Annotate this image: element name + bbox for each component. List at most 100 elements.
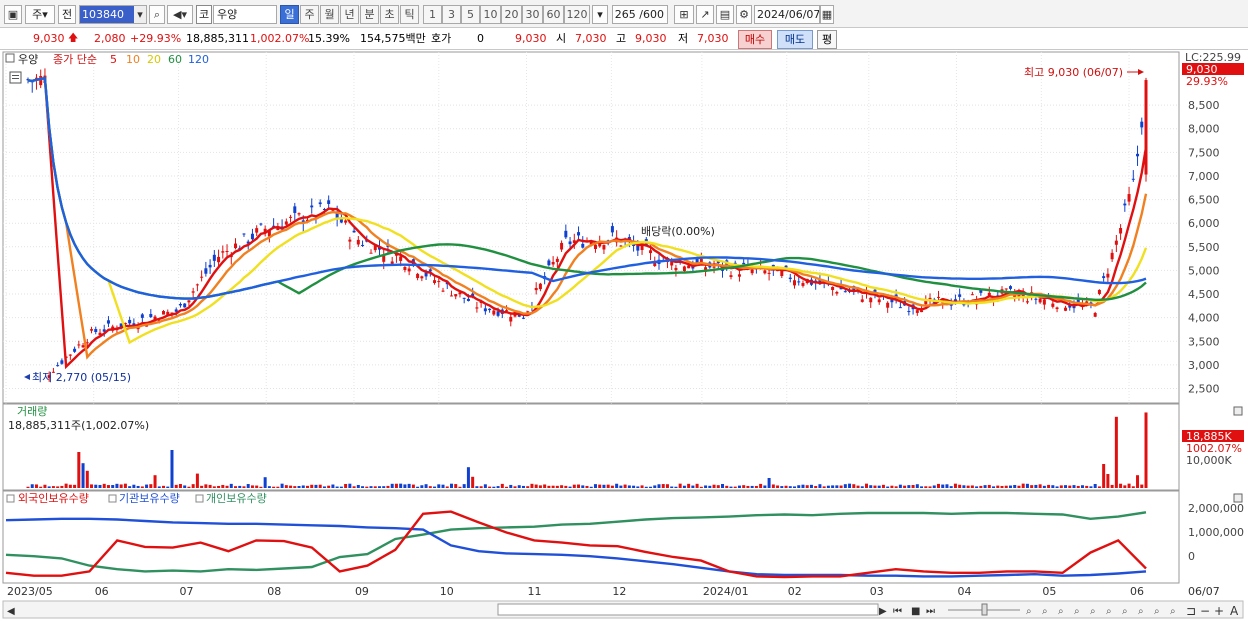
interval-120-button[interactable]: 120 [564, 5, 590, 24]
sell-button[interactable]: 매도 [777, 30, 813, 49]
volume-bar [1144, 412, 1148, 488]
candle-body [183, 303, 187, 308]
volume-bar [653, 485, 657, 488]
indicator-icon[interactable]: ⊞ [674, 5, 694, 24]
save-icon[interactable]: ▤ [716, 5, 734, 24]
market-type-select[interactable]: 주▾ [25, 5, 55, 24]
period-week-button[interactable]: 주 [300, 5, 319, 24]
auto-scale-icon[interactable]: A [1230, 604, 1239, 618]
chart-toolbar: ▣ 주▾ 전 103840 ▾ ⌕ ◀▾ 코 우양 일 주 월 년 분 초 틱 1… [0, 0, 1248, 28]
volume-bar [678, 483, 682, 488]
calendar-icon[interactable]: ▦ [820, 5, 834, 24]
volume-bar [1004, 485, 1008, 488]
x-axis-label: 03 [870, 585, 884, 598]
candle-body [399, 256, 403, 261]
volume-bar [267, 486, 271, 488]
volume-bar [382, 486, 386, 488]
stock-code-value: 103840 [82, 8, 124, 21]
chevron-down-icon[interactable]: ▾ [134, 6, 146, 23]
prev-button[interactable]: 전 [58, 5, 76, 24]
interval-5-button[interactable]: 5 [461, 5, 480, 24]
candle-body [1008, 286, 1012, 289]
legend-close-sma: 종가 단순 [53, 53, 97, 66]
period-year-button[interactable]: 년 [340, 5, 359, 24]
interval-10-button[interactable]: 10 [480, 5, 501, 24]
zoom-tool-icon[interactable]: ⌕ [1074, 606, 1080, 617]
window-menu-icon[interactable]: ▣ [4, 5, 22, 24]
interval-30-button[interactable]: 30 [522, 5, 543, 24]
table-icon[interactable] [9, 71, 22, 84]
crosshair-icon[interactable]: ⌕ [1026, 606, 1032, 617]
interval-3-button[interactable]: 3 [442, 5, 461, 24]
buy-button[interactable]: 매수 [738, 30, 772, 49]
panel-close-icon[interactable] [1233, 406, 1243, 416]
chart-area[interactable]: 우양 종가 단순 5 10 20 60 120 최고 9,030 (06/07)… [0, 50, 1248, 621]
volume-bar [886, 486, 890, 488]
stock-code-input[interactable]: 103840 ▾ [79, 5, 147, 24]
scroll-right-icon[interactable]: ▶ [879, 606, 887, 617]
zoom-tool-icon[interactable]: ⌕ [1154, 606, 1160, 617]
volume-bar [81, 463, 85, 488]
zoom-in-icon[interactable]: ⌕ [1042, 606, 1048, 617]
period-second-button[interactable]: 초 [380, 5, 399, 24]
period-month-button[interactable]: 월 [320, 5, 339, 24]
minus-icon[interactable]: − [1200, 604, 1210, 618]
volume-bar [958, 484, 962, 488]
zoom-out-icon[interactable]: ⌕ [1058, 606, 1064, 617]
zoom-tool-icon[interactable]: ⌕ [1122, 606, 1128, 617]
stock-name-field[interactable]: 우양 [213, 5, 277, 24]
candle-body [1127, 194, 1131, 202]
scroll-left-icon[interactable]: ◀ [7, 606, 15, 617]
zoom-tool-icon[interactable]: ⌕ [1170, 606, 1176, 617]
volume-bar [805, 485, 809, 488]
gear-icon[interactable]: ⚙ [736, 5, 752, 24]
low-label: 저 [678, 32, 689, 45]
price-axis-tick: 4,000 [1188, 312, 1220, 325]
rewind-icon[interactable]: ⏮ [893, 606, 902, 617]
volume-bar [500, 483, 504, 488]
bar-count-field[interactable]: 265 /600 [612, 5, 668, 24]
speaker-icon[interactable]: ◀▾ [167, 5, 193, 24]
zoom-tool-icon[interactable]: ⌕ [1138, 606, 1144, 617]
candle-body [77, 344, 81, 346]
chevron-down-icon: ▾ [597, 8, 603, 21]
candle-body [649, 250, 653, 254]
price-axis-tick: 8,000 [1188, 123, 1220, 136]
volume-bar [399, 483, 403, 488]
volume-bar [623, 484, 627, 488]
interval-20-button[interactable]: 20 [501, 5, 522, 24]
collapse-icon[interactable]: ⊐ [1186, 604, 1196, 618]
plus-icon[interactable]: + [1214, 604, 1224, 618]
panel-close-icon[interactable] [1233, 493, 1243, 503]
period-minute-button[interactable]: 분 [360, 5, 379, 24]
volume-bar [1030, 485, 1034, 488]
period-day-button[interactable]: 일 [280, 5, 299, 24]
volume-bar [102, 483, 106, 488]
search-icon[interactable]: ⌕ [149, 5, 165, 24]
candle-body [610, 226, 614, 233]
candle-body [242, 233, 246, 235]
candle-body [712, 266, 716, 268]
period-tick-button[interactable]: 틱 [400, 5, 419, 24]
high-annotation: 최고 9,030 (06/07) [1024, 66, 1123, 79]
volume-bar [644, 486, 648, 488]
pyeong-button[interactable]: 평 [817, 30, 837, 49]
interval-60-button[interactable]: 60 [543, 5, 564, 24]
volume-bar [801, 484, 805, 488]
stop-icon[interactable]: ■ [911, 606, 920, 617]
date-input[interactable]: 2024/06/07 [754, 5, 820, 24]
volume-bar [585, 485, 589, 488]
scroll-thumb[interactable] [497, 603, 879, 616]
x-axis-label: 12 [612, 585, 626, 598]
candle-body [492, 310, 496, 315]
interval-dropdown[interactable]: ▾ [592, 5, 608, 24]
candle-body [581, 243, 585, 248]
draw-tool-icon[interactable]: ↗ [696, 5, 714, 24]
interval-1-button[interactable]: 1 [423, 5, 442, 24]
candle-body [221, 251, 225, 253]
forward-icon[interactable]: ⏭ [926, 606, 935, 617]
zoom-slider-handle[interactable] [981, 603, 988, 616]
zoom-tool-icon[interactable]: ⌕ [1090, 606, 1096, 617]
quote-bar: 9,030 🡅 2,080 +29.93% 18,885,311 1,002.0… [0, 28, 1248, 50]
zoom-tool-icon[interactable]: ⌕ [1106, 606, 1112, 617]
